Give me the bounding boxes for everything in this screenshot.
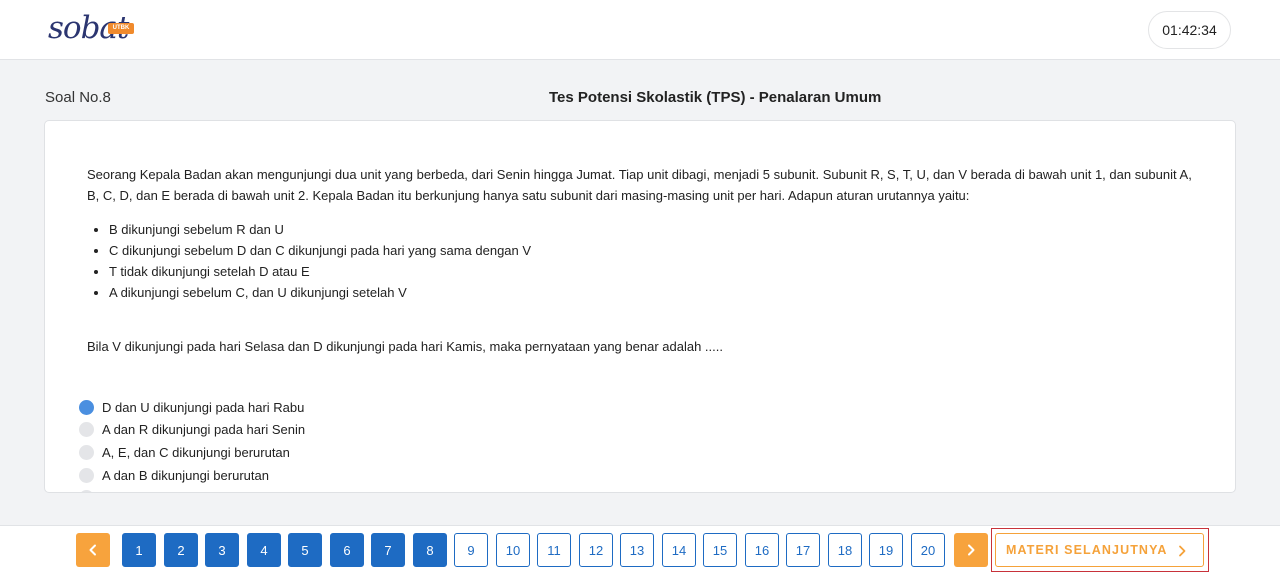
answer-option-2[interactable]: A dan R dikunjungi pada hari Senin [79, 419, 305, 439]
answer-option-label: A dan R dikunjungi pada hari Senin [102, 421, 306, 437]
page-button-12[interactable]: 12 [579, 533, 613, 567]
test-title: Tes Potensi Skolastik (TPS) - Penalaran … [549, 89, 882, 106]
page-button-14[interactable]: 14 [662, 533, 696, 567]
page-button-13[interactable]: 13 [620, 533, 654, 567]
chevron-right-icon [968, 544, 975, 556]
page-button-19[interactable]: 19 [869, 533, 903, 567]
radio-button[interactable] [79, 489, 94, 492]
rule-item: B dikunjungi sebelum R dan U [109, 219, 531, 240]
page-button-20[interactable]: 20 [911, 533, 945, 567]
page-button-3[interactable]: 3 [205, 533, 239, 567]
page-button-4[interactable]: 4 [247, 533, 281, 567]
pagination-bar: 1 2 3 4 5 6 7 8 9 10 11 12 13 14 15 16 17 18 19 20 MATERI S… [0, 525, 1280, 572]
page-button-10[interactable]: 10 [496, 533, 530, 567]
countdown-timer: 01:42:34 [1148, 11, 1231, 49]
logo-tag: UTBK [108, 23, 134, 34]
top-bar: sobat UTBK 01:42:34 [0, 0, 1280, 60]
answer-option-label: A dan B dikunjungi berurutan [102, 467, 269, 483]
page-button-15[interactable]: 15 [703, 533, 737, 567]
page-button-17[interactable]: 17 [786, 533, 820, 567]
radio-button-selected[interactable] [79, 399, 94, 415]
answer-option-4[interactable]: A dan B dikunjungi berurutan [79, 465, 269, 485]
page-button-7[interactable]: 7 [371, 533, 405, 567]
page-button-18[interactable]: 18 [828, 533, 862, 567]
rules-list: B dikunjungi sebelum R dan U C dikunjung… [109, 219, 531, 303]
page-button-8[interactable]: 8 [413, 533, 447, 567]
sobat-logo[interactable]: sobat UTBK [48, 8, 144, 48]
page-button-11[interactable]: 11 [537, 533, 571, 567]
next-question-button[interactable] [954, 533, 988, 567]
question-prompt: Bila V dikunjungi pada hari Selasa dan D… [87, 339, 723, 354]
next-material-button[interactable]: MATERI SELANJUTNYA [995, 533, 1204, 567]
page-button-16[interactable]: 16 [745, 533, 779, 567]
answer-option-label: D dan U dikunjungi pada hari Rabu [102, 399, 305, 415]
question-number: Soal No.8 [45, 89, 111, 106]
radio-button[interactable] [79, 421, 94, 437]
rule-item: C dikunjungi sebelum D dan C dikunjungi … [109, 240, 531, 261]
highlight-box: MATERI SELANJUTNYA [991, 528, 1209, 572]
answer-option-label: A, E, dan C dikunjungi berurutan [102, 444, 290, 460]
page-button-5[interactable]: 5 [288, 533, 322, 567]
question-card: Seorang Kepala Badan akan mengunjungi du… [44, 120, 1236, 493]
answer-option-3[interactable]: A, E, dan C dikunjungi berurutan [79, 442, 290, 462]
chevron-left-icon [89, 544, 96, 556]
answer-option-1[interactable]: D dan U dikunjungi pada hari Rabu [79, 397, 304, 417]
previous-question-button[interactable] [76, 533, 110, 567]
next-material-label: MATERI SELANJUTNYA [1006, 543, 1168, 557]
question-text: Seorang Kepala Badan akan mengunjungi du… [87, 167, 1192, 203]
chevron-right-icon [1179, 545, 1186, 557]
radio-button[interactable] [79, 467, 94, 483]
page-button-2[interactable]: 2 [164, 533, 198, 567]
page-button-1[interactable]: 1 [122, 533, 156, 567]
radio-button[interactable] [79, 444, 94, 460]
rule-item: T tidak dikunjungi setelah D atau E [109, 261, 531, 282]
page-button-6[interactable]: 6 [330, 533, 364, 567]
rule-item: A dikunjungi sebelum C, dan U dikunjungi… [109, 282, 531, 303]
page-button-9[interactable]: 9 [454, 533, 488, 567]
answer-option-5[interactable] [79, 487, 102, 492]
